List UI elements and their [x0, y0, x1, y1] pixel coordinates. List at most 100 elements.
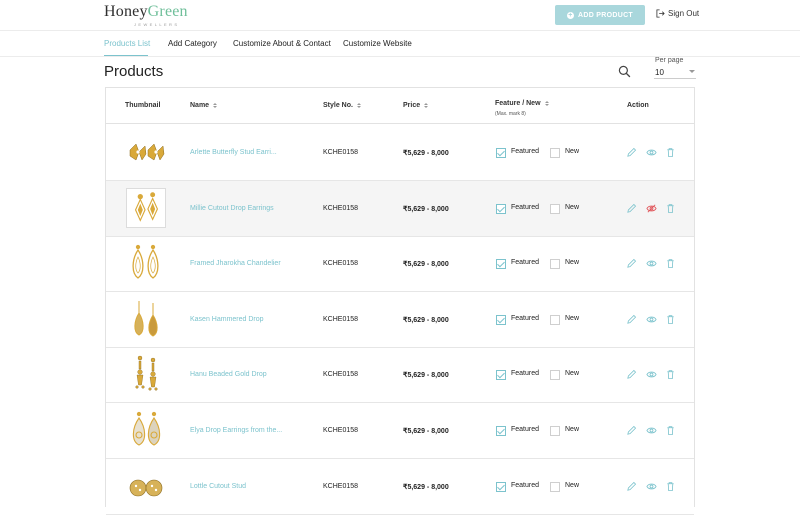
price-range: ₹5,629 - 8,000: [403, 317, 449, 324]
add-product-button[interactable]: + ADD PRODUCT: [555, 5, 645, 25]
style-number: KCHE0158: [323, 260, 359, 267]
edit-icon[interactable]: [626, 258, 637, 269]
featured-checkbox[interactable]: [496, 370, 506, 380]
featured-checkbox[interactable]: [496, 482, 506, 492]
style-number: KCHE0158: [323, 427, 359, 434]
edit-icon[interactable]: [626, 425, 637, 436]
table-header: Thumbnail Name Style No. Price Feature /…: [106, 88, 694, 124]
table-row: Arlette Butterfly Stud Earri... KCHE0158…: [106, 125, 694, 181]
edit-icon[interactable]: [626, 481, 637, 492]
new-label: New: [565, 259, 580, 266]
header-name[interactable]: Name: [190, 102, 218, 109]
featured-label: Featured: [511, 370, 540, 377]
edit-icon[interactable]: [626, 369, 637, 380]
header-style[interactable]: Style No.: [323, 102, 361, 109]
product-name-link[interactable]: Kasen Hammered Drop: [190, 316, 264, 323]
featured-label: Featured: [511, 426, 540, 433]
view-icon[interactable]: [646, 425, 657, 436]
earring-thumbnail: [126, 188, 166, 228]
per-page-value: 10: [655, 68, 664, 77]
earring-thumbnail: [126, 410, 166, 450]
new-checkbox[interactable]: [550, 370, 560, 380]
new-label: New: [565, 482, 580, 489]
new-checkbox[interactable]: [550, 315, 560, 325]
add-product-label: ADD PRODUCT: [577, 11, 634, 19]
header-price-label: Price: [403, 102, 421, 109]
price-range: ₹5,629 - 8,000: [403, 372, 449, 379]
header-action: Action: [627, 102, 649, 109]
top-header: HoneyGreen JEWELLERS + ADD PRODUCT Sign …: [0, 0, 800, 31]
product-name-link[interactable]: Lottle Cutout Stud: [190, 483, 246, 490]
table-row: Lottle Cutout Stud KCHE0158 ₹5,629 - 8,0…: [106, 459, 694, 515]
view-icon[interactable]: [646, 147, 657, 158]
chevron-down-icon: [689, 70, 695, 73]
sort-icon: [213, 103, 218, 108]
tab-add-category[interactable]: Add Category: [168, 39, 217, 48]
active-tab-indicator: [104, 55, 148, 56]
new-label: New: [565, 315, 580, 322]
table-row: Framed Jharokha Chandelier KCHE0158 ₹5,6…: [106, 236, 694, 292]
delete-icon[interactable]: [665, 258, 676, 269]
price-range: ₹5,629 - 8,000: [403, 428, 449, 435]
edit-icon[interactable]: [626, 314, 637, 325]
hidden-icon[interactable]: [646, 203, 657, 214]
header-price[interactable]: Price: [403, 102, 429, 109]
delete-icon[interactable]: [665, 203, 676, 214]
products-table: Thumbnail Name Style No. Price Feature /…: [105, 87, 695, 515]
featured-checkbox[interactable]: [496, 315, 506, 325]
delete-icon[interactable]: [665, 481, 676, 492]
edit-icon[interactable]: [626, 147, 637, 158]
delete-icon[interactable]: [665, 314, 676, 325]
tab-bar: Products List Add Category Customize Abo…: [0, 31, 800, 57]
product-name-link[interactable]: Framed Jharokha Chandelier: [190, 260, 281, 267]
sign-out-link[interactable]: Sign Out: [656, 9, 699, 18]
header-thumbnail: Thumbnail: [125, 102, 160, 109]
new-checkbox[interactable]: [550, 259, 560, 269]
per-page-select[interactable]: 10: [654, 66, 696, 79]
sign-out-label: Sign Out: [668, 9, 700, 18]
product-name-link[interactable]: Arlette Butterfly Stud Earri...: [190, 149, 277, 156]
style-number: KCHE0158: [323, 149, 359, 156]
plus-icon: +: [566, 11, 574, 19]
new-checkbox[interactable]: [550, 482, 560, 492]
brand-name-part2: Green: [147, 3, 188, 20]
table-row: Millie Cutout Drop Earrings KCHE0158 ₹5,…: [106, 181, 694, 237]
delete-icon[interactable]: [665, 425, 676, 436]
tab-customize-website[interactable]: Customize Website: [343, 39, 412, 48]
delete-icon[interactable]: [665, 147, 676, 158]
view-icon[interactable]: [646, 481, 657, 492]
header-feature-new[interactable]: Feature / New: [495, 100, 549, 107]
tab-customize-about-contact[interactable]: Customize About & Contact: [233, 39, 331, 48]
brand-name-part1: Honey: [104, 3, 148, 20]
view-icon[interactable]: [646, 258, 657, 269]
price-range: ₹5,629 - 8,000: [403, 206, 449, 213]
featured-checkbox[interactable]: [496, 204, 506, 214]
sort-icon: [356, 103, 361, 108]
featured-checkbox[interactable]: [496, 148, 506, 158]
new-checkbox[interactable]: [550, 148, 560, 158]
delete-icon[interactable]: [665, 369, 676, 380]
edit-icon[interactable]: [626, 203, 637, 214]
sign-out-icon: [656, 9, 665, 18]
style-number: KCHE0158: [323, 205, 359, 212]
featured-label: Featured: [511, 482, 540, 489]
header-action-label: Action: [627, 102, 649, 109]
product-name-link[interactable]: Hanu Beaded Gold Drop: [190, 371, 267, 378]
earring-thumbnail: [126, 466, 166, 506]
product-name-link[interactable]: Millie Cutout Drop Earrings: [190, 205, 274, 212]
view-icon[interactable]: [646, 314, 657, 325]
search-icon[interactable]: [618, 65, 631, 78]
featured-checkbox[interactable]: [496, 426, 506, 436]
featured-checkbox[interactable]: [496, 259, 506, 269]
price-range: ₹5,629 - 8,000: [403, 150, 449, 157]
sort-icon: [544, 101, 549, 106]
new-label: New: [565, 204, 580, 211]
new-checkbox[interactable]: [550, 426, 560, 436]
price-range: ₹5,629 - 8,000: [403, 484, 449, 491]
brand-logo[interactable]: HoneyGreen JEWELLERS: [104, 4, 188, 28]
new-checkbox[interactable]: [550, 204, 560, 214]
product-name-link[interactable]: Elya Drop Earrings from the...: [190, 427, 282, 434]
tab-products-list[interactable]: Products List: [104, 39, 150, 48]
new-label: New: [565, 370, 580, 377]
view-icon[interactable]: [646, 369, 657, 380]
